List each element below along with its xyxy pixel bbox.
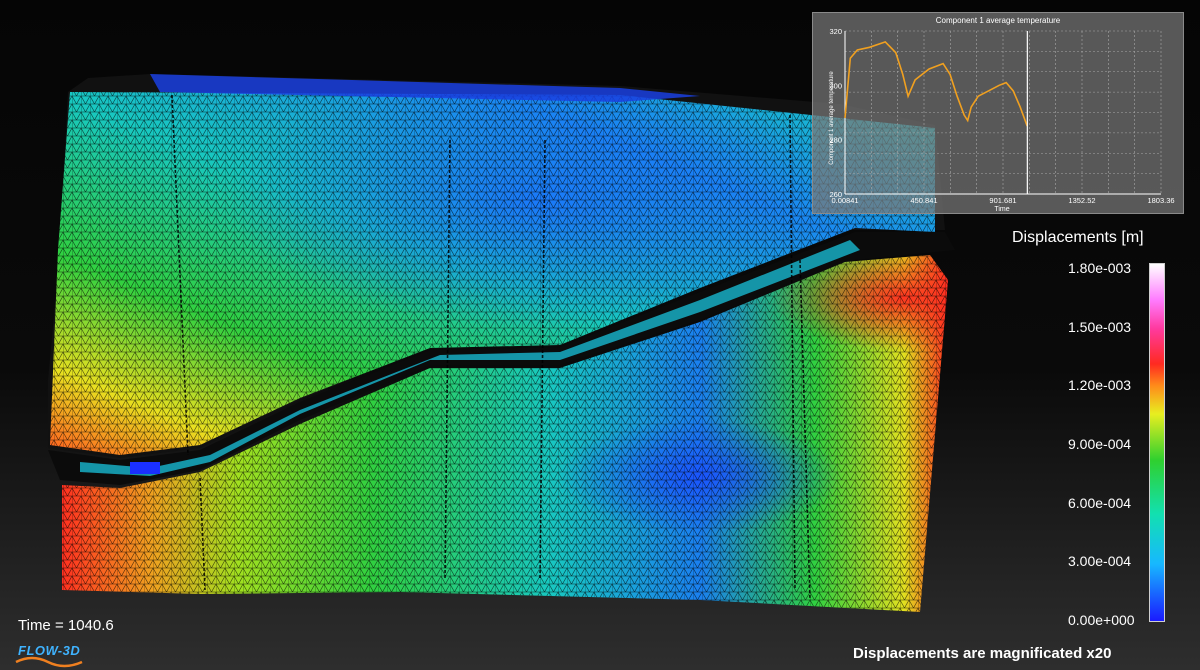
chart-y-tick-label: 320 <box>829 27 842 36</box>
legend-title: Displacements [m] <box>1012 229 1144 246</box>
chart-grid <box>844 30 1162 195</box>
colorbar-label: 1.80e-003 <box>1068 260 1132 276</box>
temperature-chart: Component 1 average temperature 0.00841 4… <box>829 16 1175 213</box>
colorbar-label: 6.00e-004 <box>1068 494 1132 511</box>
colorbar-label: 0.00e+000 <box>1068 612 1135 628</box>
colorbar-label: 1.50e-003 <box>1068 318 1132 335</box>
logo-swoosh-icon <box>15 656 83 668</box>
time-readout: Time = 1040.6 <box>18 617 114 634</box>
colorbar-label: 3.00e-004 <box>1068 553 1132 570</box>
colorbar-label: 9.00e-004 <box>1068 436 1132 452</box>
chart-x-tick-label: 1803.36 <box>1147 196 1174 205</box>
chart-x-tick-label: 901.681 <box>989 196 1016 205</box>
chart-axes: 0.00841 450.841 901.681 1352.52 1803.3626028… <box>829 27 1174 205</box>
chart-series-line <box>844 40 1028 127</box>
chart-y-axis-label: Component 1 average temperature <box>829 71 835 165</box>
displacement-colorbar <box>1149 263 1165 622</box>
chart-title: Component 1 average temperature <box>936 16 1061 25</box>
magnification-note: Displacements are magnificated x20 <box>853 645 1112 662</box>
temperature-chart-panel[interactable]: Component 1 average temperature 0.00841 4… <box>812 12 1184 214</box>
colorbar-label: 1.20e-003 <box>1068 377 1132 394</box>
chart-x-tick-label: 1352.52 <box>1068 196 1095 205</box>
chart-y-tick-label: 260 <box>829 190 842 199</box>
chart-series <box>844 31 1028 194</box>
chart-x-tick-label: 450.841 <box>910 196 937 205</box>
chart-x-axis-label: Time <box>994 206 1009 213</box>
